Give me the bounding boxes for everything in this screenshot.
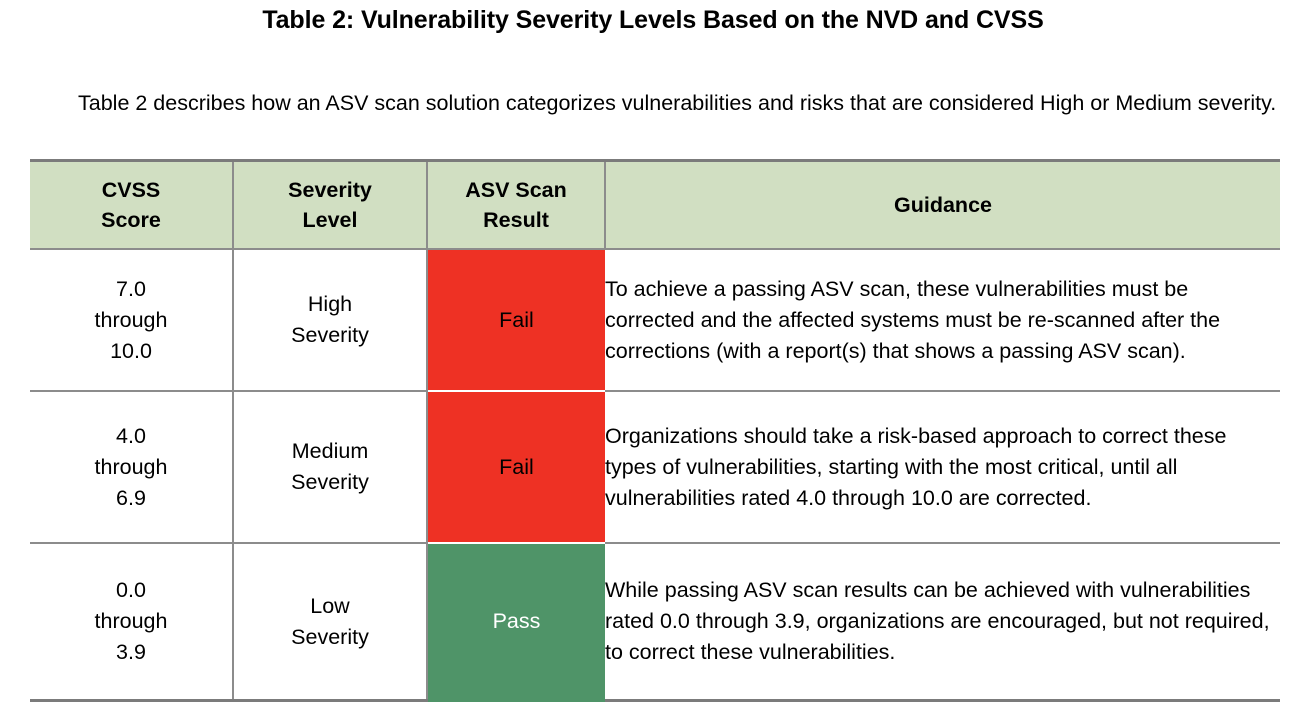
cell-severity-level: High Severity [233, 249, 428, 392]
cell-guidance: While passing ASV scan results can be ac… [605, 543, 1280, 702]
cell-guidance: Organizations should take a risk-based a… [605, 391, 1280, 544]
cell-cvss-score: 0.0 through 3.9 [30, 543, 234, 702]
cvss-score-line1: 0.0 [116, 578, 146, 602]
severity-level-line2: Severity [291, 624, 369, 649]
cvss-score-line3: 3.9 [116, 640, 146, 664]
table-row: 4.0 through 6.9 Medium Severity Fail Org… [30, 391, 1280, 544]
cvss-score-line3: 10.0 [110, 338, 152, 363]
page-title: Table 2: Vulnerability Severity Levels B… [262, 6, 1044, 34]
status-badge-scan-result: Pass [427, 543, 605, 702]
document-page: Table 2: Vulnerability Severity Levels B… [0, 0, 1306, 718]
column-header-asv-scan-result: ASV Scan Result [427, 159, 606, 250]
cvss-score-line1: 7.0 [116, 276, 146, 301]
column-header-cvss-score: CVSS Score [30, 159, 234, 250]
intro-paragraph: Table 2 describes how an ASV scan soluti… [78, 90, 1277, 115]
severity-levels-table: CVSS Score Severity Level ASV Scan Resul… [30, 159, 1280, 702]
column-header-severity-level-line2: Level [302, 208, 358, 232]
severity-level-line1: Medium [291, 439, 369, 463]
column-header-asv-scan-result-line1: ASV Scan [465, 178, 567, 202]
column-header-severity-level: Severity Level [233, 159, 428, 250]
table-row: 7.0 through 10.0 High Severity Fail To a… [30, 249, 1280, 392]
cvss-score-line2: through [94, 609, 168, 633]
column-header-severity-level-line1: Severity [288, 178, 372, 202]
severity-level-line2: Severity [291, 323, 369, 347]
cell-severity-level: Medium Severity [233, 391, 428, 544]
cvss-score-line3: 6.9 [116, 485, 146, 510]
column-header-guidance: Guidance [605, 159, 1280, 250]
cvss-score-line2: through [94, 454, 168, 479]
severity-level-line1: Low [310, 593, 350, 618]
severity-level-line2: Severity [291, 470, 369, 494]
column-header-asv-scan-result-line2: Result [483, 208, 549, 232]
status-badge-scan-result: Fail [427, 391, 605, 544]
cell-cvss-score: 4.0 through 6.9 [30, 391, 234, 544]
cvss-score-line1: 4.0 [116, 423, 146, 448]
table-header-row: CVSS Score Severity Level ASV Scan Resul… [30, 159, 1280, 250]
table-row: 0.0 through 3.9 Low Severity Pass While … [30, 543, 1280, 702]
column-header-cvss-score-line1: CVSS [101, 178, 161, 202]
cell-severity-level: Low Severity [233, 543, 428, 702]
cell-guidance: To achieve a passing ASV scan, these vul… [605, 249, 1280, 392]
column-header-cvss-score-line2: Score [101, 208, 161, 232]
status-badge-scan-result: Fail [427, 249, 605, 392]
cell-cvss-score: 7.0 through 10.0 [30, 249, 234, 392]
cvss-score-line2: through [94, 307, 168, 332]
severity-level-line1: High [307, 292, 353, 316]
